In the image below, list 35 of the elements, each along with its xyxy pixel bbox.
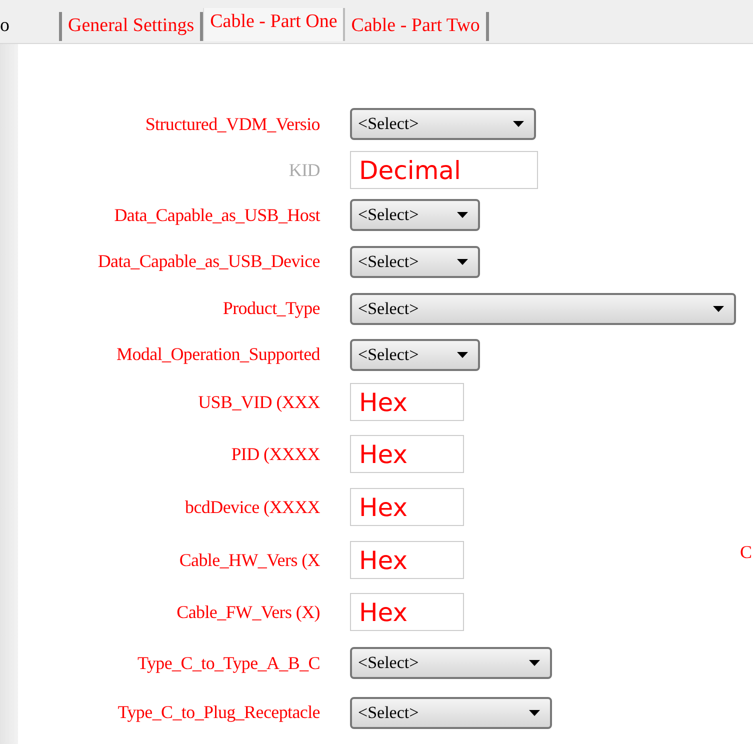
input-field[interactable]: Hex [350,383,464,421]
dropdown[interactable]: <Select> [350,108,536,140]
dropdown[interactable]: <Select> [350,292,736,324]
dropdown[interactable]: <Select> [350,199,480,231]
field-label: Type_C_to_Plug_Receptacle [116,702,321,723]
input-field[interactable]: Hex [350,593,464,631]
tab[interactable]: Cable - Part One [203,8,346,41]
field-label: Structured_VDM_Versio [144,114,321,134]
caret-icon [513,121,524,127]
caret-icon [457,352,468,358]
dropdown[interactable]: <Select> [350,338,480,370]
input-field[interactable]: Hex [350,541,464,579]
field-label: Modal_Operation_Supported [116,344,321,365]
dropdown[interactable]: <Select> [350,246,480,278]
field-label: Data_Capable_as_USB_Device [96,251,321,272]
caret-icon [529,710,540,716]
field-label: Cable_FW_Vers (X) [176,602,321,622]
field-label: bcdDevice (XXXX [184,496,321,518]
field-label: USB_VID (XXX [197,392,321,412]
caret-icon [713,306,724,312]
caret-icon [457,258,468,264]
dropdown[interactable]: <Select> [350,696,552,728]
field-label: Cable_HW_Vers (X [178,550,321,570]
field-label: Type_C_to_Type_A_B_C [136,652,321,674]
field-label: KID [288,160,321,180]
field-label: Product_Type [222,298,321,319]
caret-icon [457,212,468,218]
input-field[interactable]: Hex [350,488,464,526]
field-label: Data_Capable_as_USB_Host [113,204,322,226]
dropdown[interactable]: <Select> [350,647,552,679]
field-label: C [740,542,752,563]
input-field[interactable]: Hex [350,435,464,473]
caret-icon [529,660,540,666]
field-label: PID (XXXX [230,444,321,464]
tab[interactable]: o [0,12,62,41]
